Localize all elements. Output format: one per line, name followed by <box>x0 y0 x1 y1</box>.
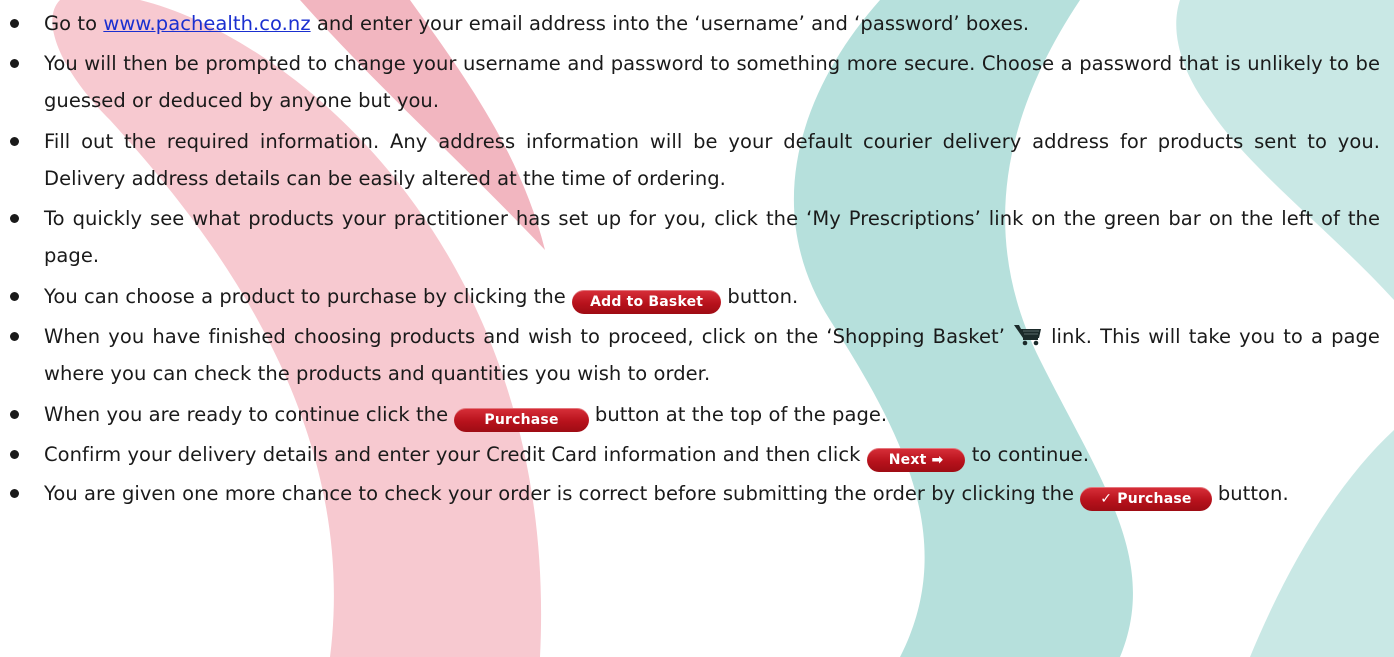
bullet <box>10 5 20 42</box>
list-item: Confirm your delivery details and enter … <box>10 436 1380 473</box>
list-item: You are given one more chance to check y… <box>10 475 1380 512</box>
step-text: button. <box>721 285 799 308</box>
step-text: You are given one more chance to check y… <box>44 482 1081 505</box>
bullet <box>10 123 20 160</box>
list-item: You can choose a product to purchase by … <box>10 278 1380 315</box>
step-text: Go to <box>44 12 104 35</box>
step-text: button at the top of the page. <box>588 403 888 426</box>
bullet <box>10 436 20 473</box>
shopping-cart-icon <box>1014 325 1042 346</box>
step-text: To quickly see what products your practi… <box>44 207 1380 267</box>
confirm-purchase-button-image: ✓ Purchase <box>1080 487 1212 511</box>
step-text: Confirm your delivery details and enter … <box>44 443 867 466</box>
bullet <box>10 396 20 433</box>
list-item: When you have finished choosing products… <box>10 318 1380 392</box>
bullet <box>10 475 20 512</box>
step-text: and enter your email address into the ‘u… <box>310 12 1030 35</box>
list-item: Go to www.pachealth.co.nz and enter your… <box>10 5 1380 42</box>
bullet <box>10 200 20 237</box>
step-text: You will then be prompted to change your… <box>44 52 1380 112</box>
next-button-image: Next ➡ <box>866 448 966 472</box>
purchase-button-image: Purchase <box>454 408 589 432</box>
step-text: to continue. <box>965 443 1090 466</box>
website-link[interactable]: www.pachealth.co.nz <box>103 12 310 35</box>
list-item: Fill out the required information. Any a… <box>10 123 1380 197</box>
bullet <box>10 278 20 315</box>
step-text: You can choose a product to purchase by … <box>44 285 573 308</box>
step-text: Fill out the required information. Any a… <box>44 130 1380 190</box>
list-item: To quickly see what products your practi… <box>10 200 1380 274</box>
add-to-basket-button-image: Add to Basket <box>572 290 722 314</box>
step-text: When you are ready to continue click the <box>44 403 455 426</box>
list-item: When you are ready to continue click the… <box>10 396 1380 433</box>
bullet <box>10 45 20 82</box>
step-text: When you have finished choosing products… <box>44 325 1014 348</box>
step-text: button. <box>1211 482 1289 505</box>
list-item: You will then be prompted to change your… <box>10 45 1380 119</box>
bullet <box>10 318 20 355</box>
